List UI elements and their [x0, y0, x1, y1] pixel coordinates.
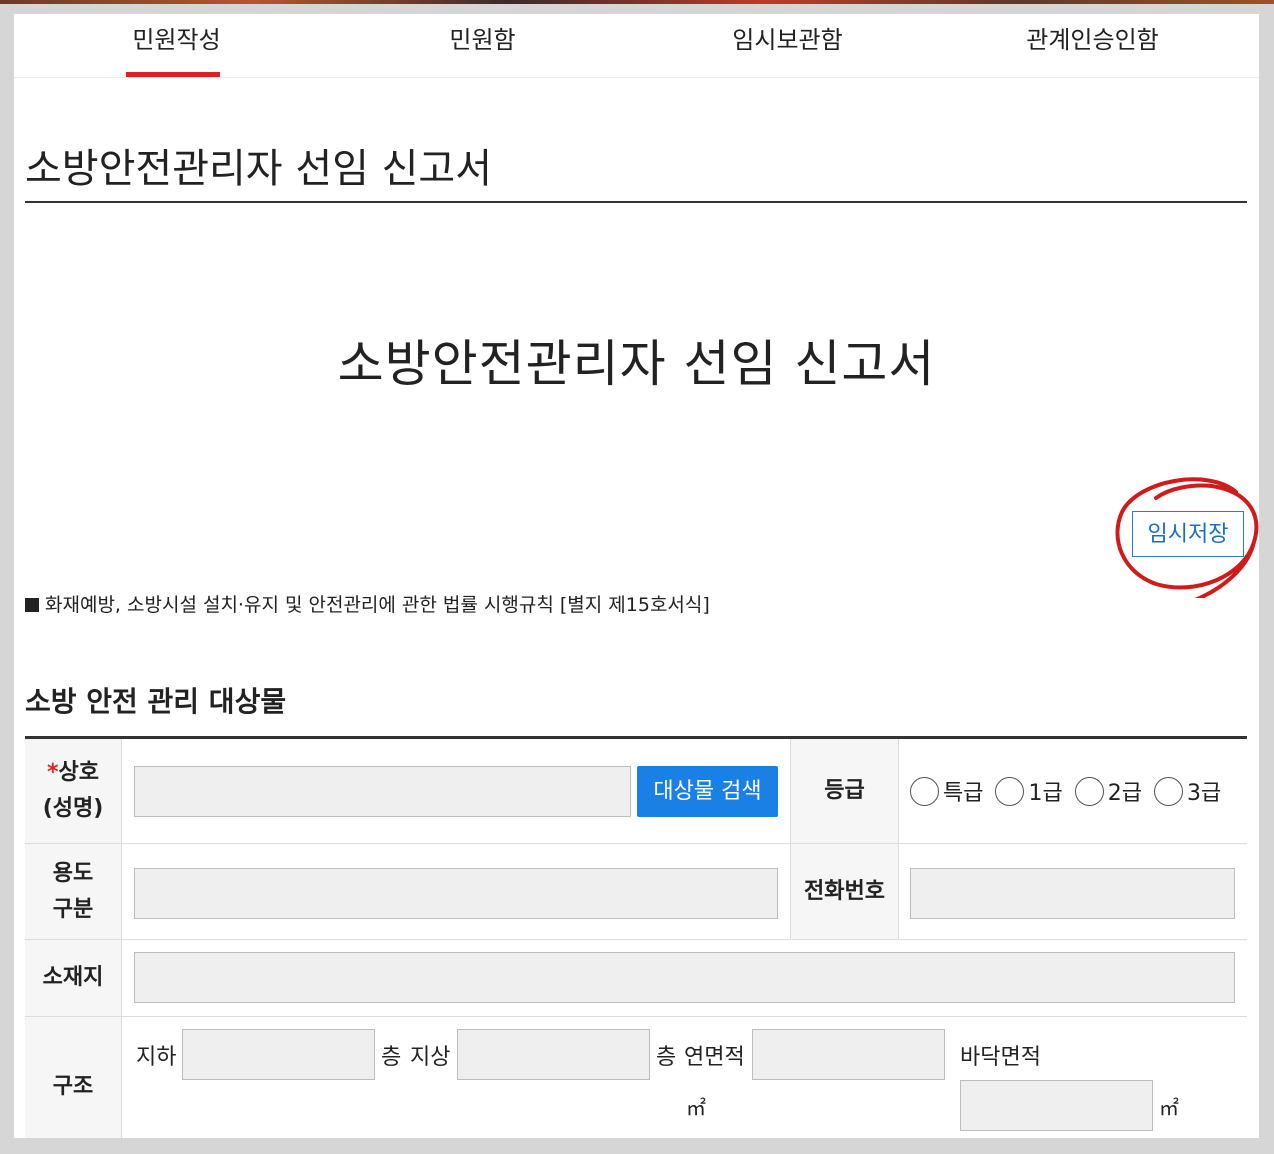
document-title: 소방안전관리자 선임 신고서	[337, 335, 936, 393]
floor-area-label: 바닥면적	[960, 1045, 1041, 1070]
form-row-address: 소재지	[25, 940, 1247, 1017]
name-label-line2: (성명)	[42, 796, 104, 821]
main-panel: 민원작성 민원함 임시보관함 관계인승인함 소방안전관리자 선임 신고서 소방안…	[14, 14, 1259, 1138]
radio-icon[interactable]	[1153, 776, 1183, 806]
name-input[interactable]	[134, 766, 631, 817]
radio-label: 특급	[943, 781, 984, 806]
address-input[interactable]	[134, 952, 1235, 1003]
page-title: 소방안전관리자 선임 신고서	[25, 139, 1247, 203]
radio-icon[interactable]	[1074, 776, 1104, 806]
law-reference-note: 화재예방, 소방시설 설치·유지 및 안전관리에 관한 법률 시행규칙 [별지 …	[25, 590, 710, 617]
above-ground-label: 지상	[410, 1045, 451, 1070]
form-row-usage: 용도 구분 전화번호	[25, 844, 1247, 940]
basement-label: 지하	[136, 1045, 177, 1070]
grade-option-2[interactable]: 2급	[1074, 775, 1142, 807]
tab-label: 민원함	[449, 26, 516, 54]
grade-label: 등급	[790, 739, 899, 843]
tab-stakeholder-approval[interactable]: 관계인승인함	[940, 14, 1245, 77]
usage-label-line1: 용도	[52, 860, 94, 886]
search-object-button[interactable]: 대상물 검색	[637, 766, 778, 817]
form-row-name: *상호 (성명) 대상물 검색 등급 특급 1급 2급 3급	[25, 739, 1247, 844]
above-floors-input[interactable]	[457, 1029, 650, 1080]
phone-input[interactable]	[910, 868, 1235, 919]
structure-label: 구조	[25, 1017, 122, 1138]
required-mark: *	[47, 760, 59, 785]
name-label: *상호 (성명)	[25, 739, 122, 843]
tab-complaint-box[interactable]: 민원함	[330, 14, 635, 77]
total-area-input[interactable]	[752, 1029, 945, 1080]
floor-unit-label: 층	[656, 1045, 677, 1070]
radio-icon[interactable]	[995, 776, 1025, 806]
temporary-save-button[interactable]: 임시저장	[1132, 511, 1244, 557]
total-area-label: 연면적	[684, 1045, 745, 1070]
grade-option-special[interactable]: 특급	[910, 775, 983, 807]
active-tab-indicator	[126, 72, 220, 77]
area-unit-label: ㎡	[686, 1096, 706, 1120]
section-title: 소방 안전 관리 대상물	[25, 685, 287, 718]
floor-area-input[interactable]	[960, 1080, 1153, 1131]
radio-label: 3급	[1186, 781, 1222, 806]
tab-write-complaint[interactable]: 민원작성	[24, 14, 329, 77]
tab-bar: 민원작성 민원함 임시보관함 관계인승인함	[14, 14, 1259, 78]
law-note-text: 화재예방, 소방시설 설치·유지 및 안전관리에 관한 법률 시행규칙 [별지 …	[45, 594, 710, 616]
radio-label: 1급	[1028, 781, 1063, 806]
background-strip	[0, 0, 1274, 4]
radio-icon[interactable]	[910, 776, 939, 806]
radio-label: 2급	[1107, 781, 1142, 806]
name-label-line1: 상호	[58, 760, 99, 785]
usage-label-line2: 구분	[52, 896, 94, 922]
target-object-form: *상호 (성명) 대상물 검색 등급 특급 1급 2급 3급 용도 구분 전화번…	[25, 736, 1247, 1138]
area-unit-label: ㎡	[1159, 1096, 1179, 1120]
grade-option-3[interactable]: 3급	[1153, 775, 1222, 807]
tab-label: 임시보관함	[732, 26, 843, 54]
basement-floors-input[interactable]	[182, 1029, 375, 1080]
address-label: 소재지	[25, 940, 122, 1016]
form-row-structure: 구조 지하 층 지상 층 연면적 ㎡ 바닥면적 ㎡	[25, 1017, 1247, 1138]
square-bullet-icon	[25, 598, 39, 612]
grade-option-1[interactable]: 1급	[995, 775, 1063, 807]
grade-radio-group: 특급 1급 2급 3급	[910, 739, 1233, 843]
phone-label: 전화번호	[790, 844, 899, 939]
usage-label: 용도 구분	[25, 844, 122, 939]
tab-drafts[interactable]: 임시보관함	[635, 14, 940, 77]
tab-label: 민원작성	[132, 26, 221, 54]
floor-unit-label: 층	[381, 1045, 402, 1070]
usage-input[interactable]	[134, 868, 778, 919]
tab-label: 관계인승인함	[1026, 26, 1159, 54]
